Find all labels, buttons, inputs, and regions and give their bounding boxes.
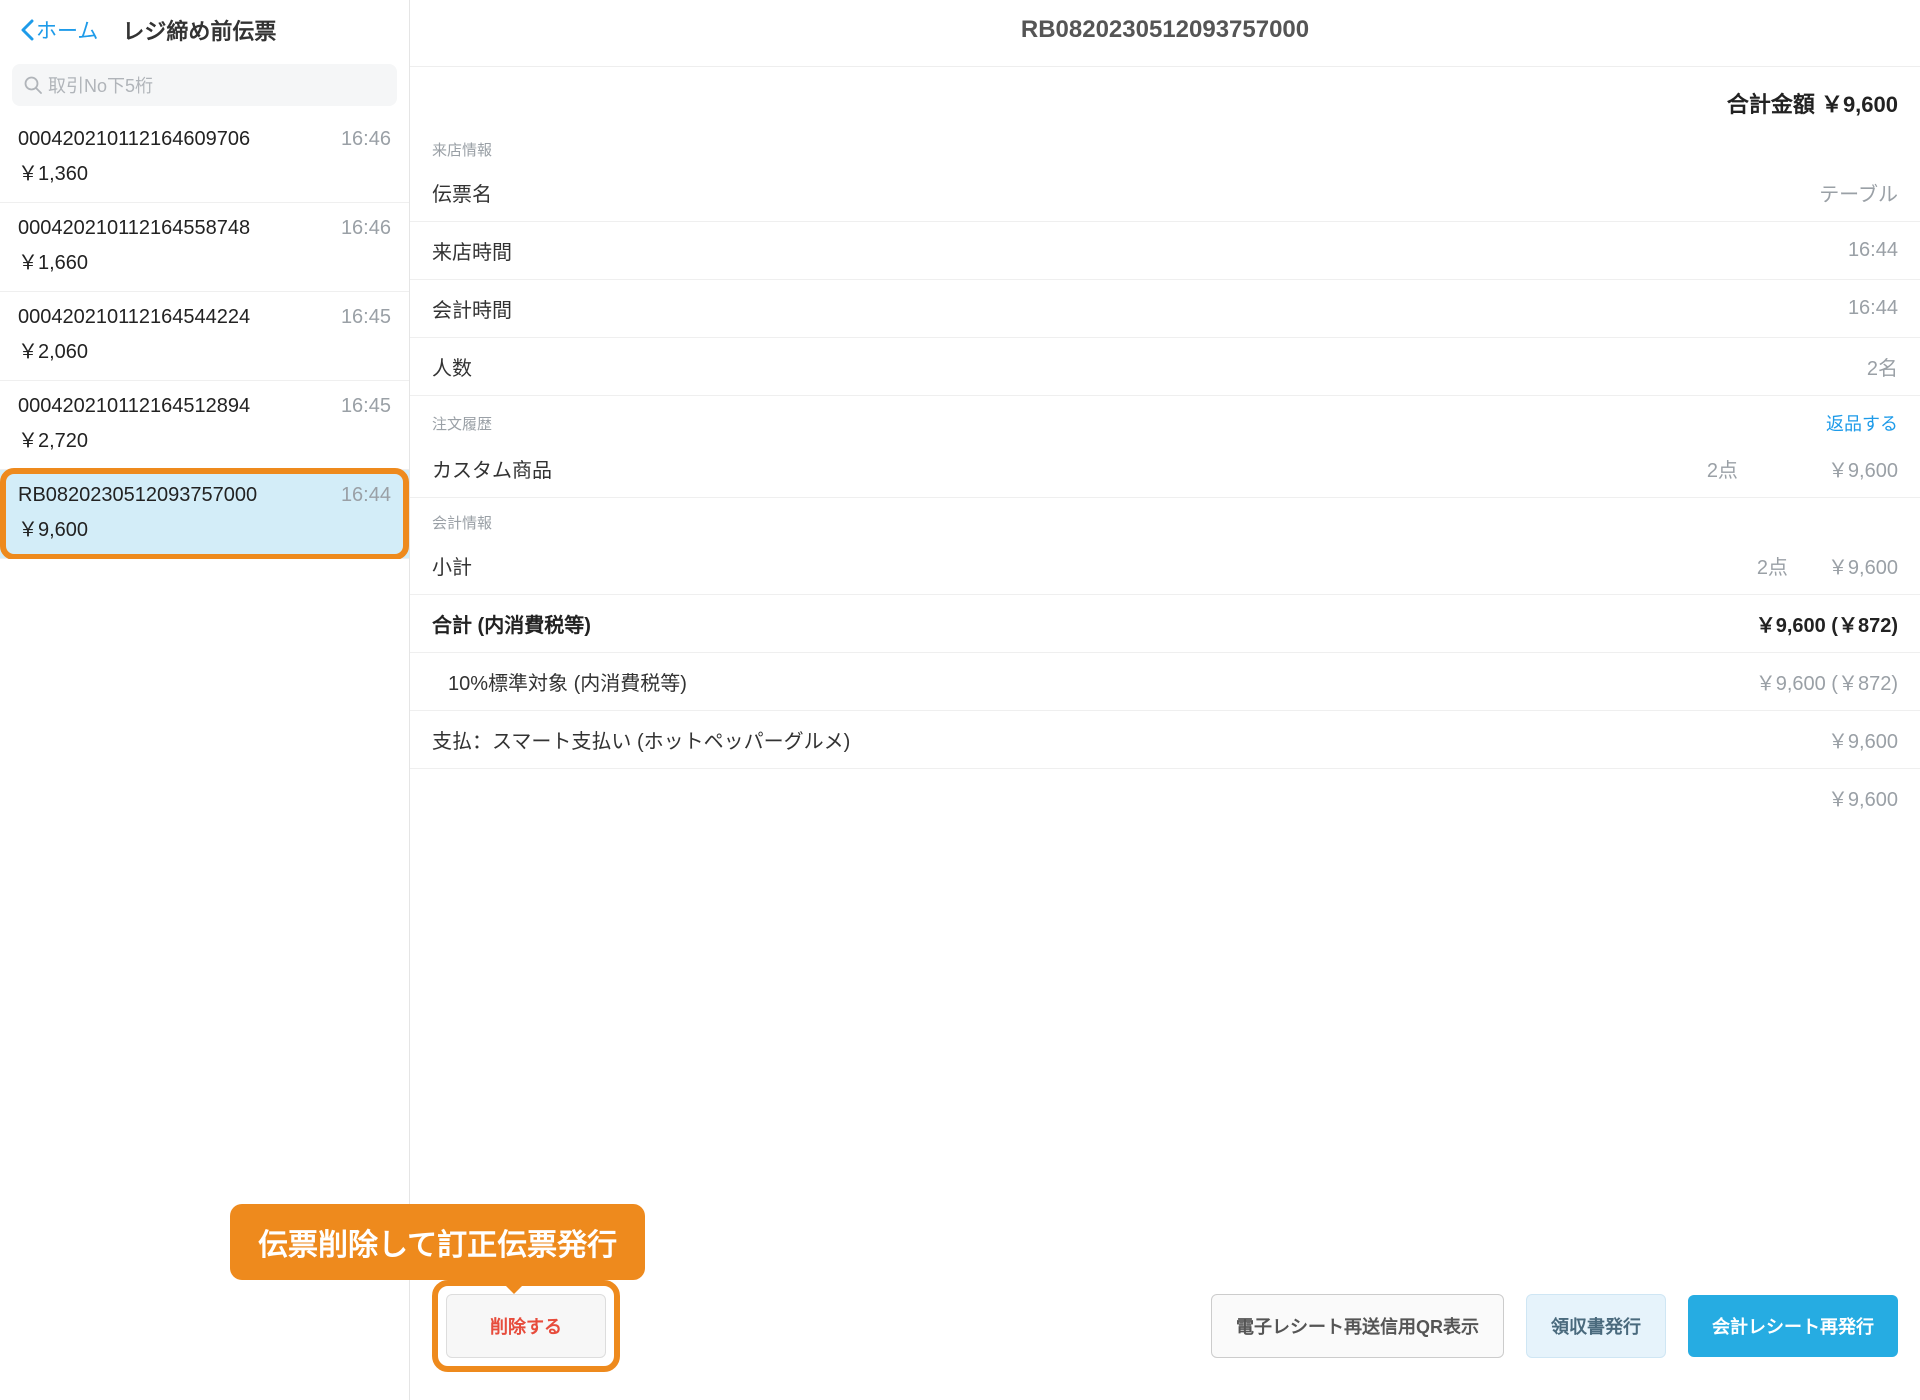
- transaction-time: 16:44: [341, 484, 391, 507]
- search-placeholder: 取引No下5桁: [48, 72, 153, 98]
- transaction-id: 000420210112164512894: [18, 395, 250, 418]
- transaction-amount: ￥2,060: [18, 335, 391, 364]
- accounting-row: 小計 2点 ￥9,600: [410, 537, 1920, 595]
- row-value: ￥9,600 (￥872): [1756, 667, 1898, 696]
- transaction-item[interactable]: 000420210112164558748 16:46 ￥1,660: [0, 203, 409, 292]
- return-link[interactable]: 返品する: [1826, 410, 1898, 436]
- row-value: 16:44: [1848, 297, 1898, 320]
- row-label: 支払：スマート支払い (ホットペッパーグルメ): [432, 725, 850, 754]
- accounting-row: ￥9,600: [410, 769, 1920, 826]
- page-title: レジ締め前伝票: [122, 14, 276, 46]
- search-input[interactable]: 取引No下5桁: [12, 64, 397, 106]
- row-label: 伝票名: [432, 178, 492, 207]
- detail-id: RB0820230512093757000: [410, 0, 1920, 67]
- order-name: カスタム商品: [432, 454, 1707, 483]
- transaction-amount: ￥2,720: [18, 424, 391, 453]
- row-label: 小計: [432, 551, 472, 580]
- order-amount: ￥9,600: [1828, 454, 1898, 483]
- transaction-id: RB0820230512093757000: [18, 484, 257, 507]
- transaction-item[interactable]: RB0820230512093757000 16:44 ￥9,600: [0, 470, 409, 559]
- callout-annotation: 伝票削除して訂正伝票発行: [230, 1204, 645, 1280]
- row-label: 人数: [432, 352, 472, 381]
- accounting-row: 10%標準対象 (内消費税等) ￥9,600 (￥872): [410, 653, 1920, 711]
- visit-row: 会計時間 16:44: [410, 280, 1920, 338]
- accounting-row: 支払：スマート支払い (ホットペッパーグルメ) ￥9,600: [410, 711, 1920, 769]
- accounting-row: 合計 (内消費税等) ￥9,600 (￥872): [410, 595, 1920, 653]
- section-payment: 会計情報: [432, 512, 492, 533]
- transaction-amount: ￥1,360: [18, 157, 391, 186]
- visit-row: 来店時間 16:44: [410, 222, 1920, 280]
- row-label: 来店時間: [432, 236, 512, 265]
- row-value: ￥9,600 (￥872): [1756, 609, 1898, 638]
- home-back-link[interactable]: ホーム: [20, 15, 98, 45]
- transaction-time: 16:46: [341, 217, 391, 240]
- transaction-amount: ￥1,660: [18, 246, 391, 275]
- back-label: ホーム: [36, 15, 98, 45]
- transaction-item[interactable]: 000420210112164512894 16:45 ￥2,720: [0, 381, 409, 470]
- order-qty: 2点: [1707, 454, 1738, 483]
- transaction-time: 16:46: [341, 128, 391, 151]
- total-amount: 合計金額 ￥9,600: [410, 67, 1920, 125]
- row-label: 会計時間: [432, 294, 512, 323]
- visit-row: 伝票名 テーブル: [410, 164, 1920, 222]
- visit-row: 人数 2名: [410, 338, 1920, 396]
- transaction-id: 000420210112164609706: [18, 128, 250, 151]
- order-row: カスタム商品2点 ￥9,600: [410, 440, 1920, 498]
- row-value: ￥9,600: [1828, 551, 1898, 580]
- transaction-time: 16:45: [341, 395, 391, 418]
- chevron-left-icon: [20, 19, 34, 41]
- transaction-amount: ￥9,600: [18, 513, 391, 542]
- transaction-item[interactable]: 000420210112164544224 16:45 ￥2,060: [0, 292, 409, 381]
- transaction-time: 16:45: [341, 306, 391, 329]
- transaction-item[interactable]: 000420210112164609706 16:46 ￥1,360: [0, 114, 409, 203]
- row-label: 10%標準対象 (内消費税等): [432, 667, 687, 696]
- row-value: 2名: [1867, 352, 1898, 381]
- transaction-id: 000420210112164544224: [18, 306, 250, 329]
- transaction-id: 000420210112164558748: [18, 217, 250, 240]
- row-mid: 2点: [1757, 551, 1788, 580]
- receipt-button[interactable]: 領収書発行: [1526, 1294, 1666, 1358]
- section-order: 注文履歴: [432, 413, 492, 434]
- reprint-button[interactable]: 会計レシート再発行: [1688, 1295, 1898, 1357]
- row-value: テーブル: [1819, 178, 1898, 207]
- row-value: ￥9,600: [1828, 783, 1898, 812]
- row-label: 合計 (内消費税等): [432, 609, 591, 638]
- section-visit: 来店情報: [432, 139, 492, 160]
- row-value: ￥9,600: [1828, 725, 1898, 754]
- row-value: 16:44: [1848, 239, 1898, 262]
- qr-button[interactable]: 電子レシート再送信用QR表示: [1211, 1294, 1504, 1358]
- search-icon: [24, 76, 42, 94]
